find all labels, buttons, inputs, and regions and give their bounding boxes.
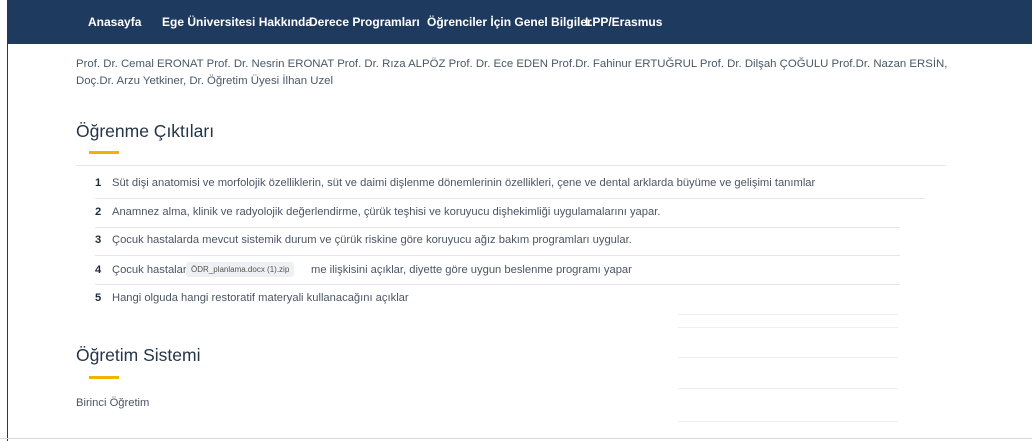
outcome-text: Hangi olguda hangi restoratif materyali … xyxy=(112,292,409,304)
outcome-number: 1 xyxy=(95,177,102,189)
faint-line xyxy=(678,327,898,328)
nav-about-university-link[interactable]: Ege Üniversitesi Hakkında xyxy=(162,15,312,29)
teaching-system-title: Öğretim Sistemi xyxy=(76,345,201,365)
page-bottom-border xyxy=(0,438,1032,439)
teaching-system-value: Birinci Öğretim xyxy=(76,397,150,409)
faint-line xyxy=(678,388,898,389)
nav-lpp-erasmus-link[interactable]: LPP/Erasmus xyxy=(585,15,662,29)
outcome-text: Anamnez alma, klinik ve radyolojik değer… xyxy=(112,206,661,218)
learning-outcomes-title: Öğrenme Çıktıları xyxy=(76,121,215,141)
page-frame-left-border xyxy=(7,44,8,441)
outcome-text-end: me ilişkisini açıklar, diyette göre uygu… xyxy=(311,264,632,276)
download-file-chip[interactable]: ÖDR_planlama.docx (1).zip xyxy=(186,262,295,277)
row-divider xyxy=(95,227,900,228)
outcome-number: 5 xyxy=(95,292,102,304)
faint-line xyxy=(678,357,898,358)
section-accent-bar xyxy=(89,151,119,154)
faint-line xyxy=(678,421,898,422)
outcome-number: 3 xyxy=(95,234,102,246)
row-divider xyxy=(95,198,925,199)
faint-line xyxy=(678,314,898,315)
top-navigation-bar: Anasayfa Ege Üniversitesi Hakkında Derec… xyxy=(7,0,1032,44)
faculty-list: Prof. Dr. Cemal ERONAT Prof. Dr. Nesrin … xyxy=(76,58,948,87)
outcome-text-start: Çocuk hastaları xyxy=(112,264,190,276)
outcome-number: 2 xyxy=(95,206,102,218)
outcome-number: 4 xyxy=(95,264,102,276)
row-divider xyxy=(95,284,900,285)
nav-student-info-link[interactable]: Öğrenciler İçin Genel Bilgiler xyxy=(427,15,592,29)
outcome-text: Süt dişi anatomisi ve morfolojik özellik… xyxy=(112,177,816,189)
row-divider xyxy=(95,255,900,256)
section-divider xyxy=(76,165,946,166)
nav-home-link[interactable]: Anasayfa xyxy=(88,15,141,29)
section-accent-bar xyxy=(89,376,119,379)
outcome-text: Çocuk hastalarda mevcut sistemik durum v… xyxy=(112,234,632,246)
nav-degree-programs-link[interactable]: Derece Programları xyxy=(309,15,420,29)
